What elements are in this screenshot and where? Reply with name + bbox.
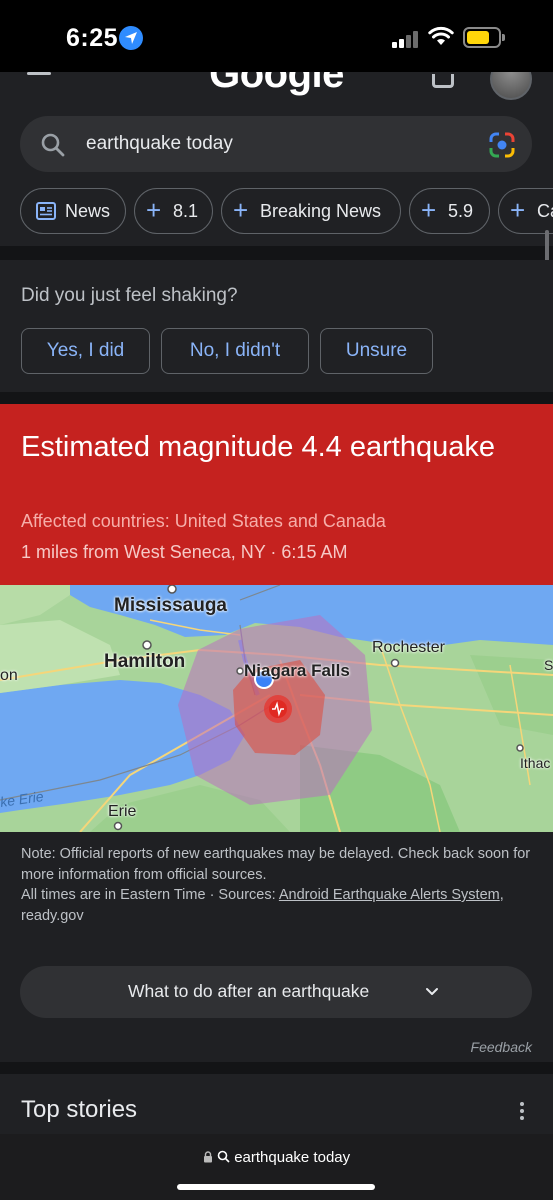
cellular-signal-icon (392, 30, 422, 48)
search-area: earthquake today News + 8.1 + Breaking N… (0, 102, 553, 246)
more-options-icon[interactable] (520, 1102, 526, 1123)
unsure-button[interactable]: Unsure (320, 328, 433, 374)
google-lens-icon[interactable] (488, 131, 516, 159)
search-input[interactable]: earthquake today (20, 116, 532, 172)
chip-8-1[interactable]: + 8.1 (134, 188, 213, 234)
map-label-niagara-falls: Niagara Falls (244, 661, 350, 680)
address-bar[interactable]: earthquake today (0, 1149, 553, 1166)
map-label-s: S (544, 657, 553, 673)
labs-flask-icon[interactable] (432, 74, 454, 88)
status-bar: 6:25 (0, 0, 553, 72)
wifi-icon (428, 26, 454, 45)
yes-i-did-button[interactable]: Yes, I did (21, 328, 150, 374)
feedback-link[interactable]: Feedback (471, 1039, 532, 1055)
note-times-text: All times are in Eastern Time · Sources: (21, 887, 279, 903)
note-delay-text: Note: Official reports of new earthquake… (21, 846, 531, 883)
map-label-ithaca: Ithac (520, 755, 551, 771)
plus-icon: + (146, 195, 162, 225)
map-graphic (0, 585, 553, 832)
plus-icon: + (421, 195, 437, 225)
news-icon (36, 202, 56, 220)
alert-title: Estimated magnitude 4.4 earthquake (21, 431, 495, 463)
chip-label: Ca (537, 201, 553, 221)
divider (0, 246, 553, 260)
divider (0, 1062, 553, 1074)
google-header: Google (0, 72, 553, 102)
affected-countries: Affected countries: United States and Ca… (21, 511, 386, 531)
felt-shaking-question: Did you just feel shaking? (21, 285, 238, 306)
map-label-rochester: Rochester (372, 639, 445, 656)
map-label-on: on (0, 667, 18, 684)
chip-5-9[interactable]: + 5.9 (409, 188, 490, 234)
chip-breaking-news[interactable]: + Breaking News (221, 188, 401, 234)
map-label-mississauga: Mississauga (114, 595, 227, 616)
google-logo[interactable]: Google (0, 72, 553, 97)
felt-shaking-card: Did you just feel shaking? Yes, I did No… (0, 260, 553, 392)
map-label-erie: Erie (108, 803, 137, 820)
top-stories-title: Top stories (21, 1096, 138, 1123)
divider (0, 392, 553, 404)
search-icon (41, 133, 65, 157)
alert-location-time: 1 miles from West Seneca, NY · 6:15 AM (21, 542, 348, 562)
plus-icon: + (510, 195, 526, 225)
map-label-hamilton: Hamilton (104, 651, 186, 672)
home-indicator[interactable] (177, 1184, 375, 1190)
chip-label: Breaking News (260, 201, 382, 221)
status-time: 6:25 (66, 24, 119, 52)
chip-news[interactable]: News (20, 188, 126, 234)
earthquake-alert-banner: Estimated magnitude 4.4 earthquake Affec… (0, 404, 553, 585)
chevron-down-icon (426, 988, 438, 995)
search-icon (217, 1150, 230, 1163)
plus-icon: + (233, 195, 249, 225)
chip-label: News (65, 201, 111, 221)
top-stories-header: Top stories (0, 1074, 553, 1134)
browser-bottom-bar: earthquake today (0, 1134, 553, 1200)
chip-label: 8.1 (173, 201, 199, 221)
chip-label: 5.9 (448, 201, 474, 221)
alert-note: Note: Official reports of new earthquake… (21, 844, 531, 926)
address-text: earthquake today (234, 1149, 351, 1166)
what-to-do-label: What to do after an earthquake (128, 981, 370, 1001)
earthquake-map[interactable]: Mississauga Hamilton Niagara Falls Roche… (0, 585, 553, 832)
android-alerts-link[interactable]: Android Earthquake Alerts System (279, 887, 500, 903)
location-arrow-icon (119, 26, 143, 50)
no-i-didnt-button[interactable]: No, I didn't (161, 328, 309, 374)
chip-ca[interactable]: + Ca (498, 188, 553, 234)
lock-icon (203, 1151, 212, 1163)
search-query[interactable]: earthquake today (86, 133, 233, 155)
what-to-do-button[interactable]: What to do after an earthquake (20, 966, 532, 1018)
battery-icon (463, 27, 505, 48)
